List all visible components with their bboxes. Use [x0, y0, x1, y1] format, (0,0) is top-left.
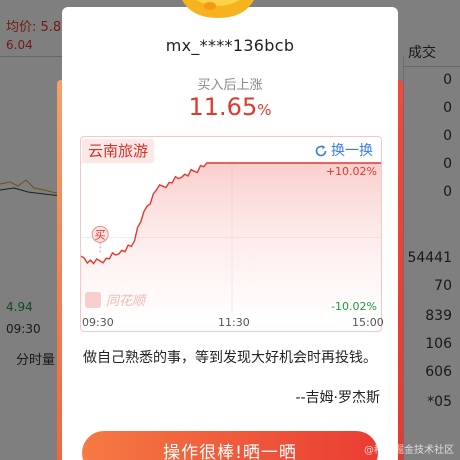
- gain-value: 11.65: [188, 93, 258, 121]
- time-label: 09:30: [82, 316, 114, 329]
- gain-percentage: 11.65%: [62, 93, 398, 121]
- time-label: 11:30: [218, 316, 250, 329]
- share-button[interactable]: 操作很棒!晒一晒: [82, 431, 378, 460]
- watermark: @稀土掘金技术社区: [364, 445, 454, 456]
- time-label: 15:00: [352, 316, 384, 329]
- username: mx_****136bcb: [165, 36, 295, 55]
- gain-unit: %: [257, 101, 272, 119]
- quote-author: --吉姆·罗杰斯: [295, 390, 380, 406]
- result-label: 买入后上涨: [197, 78, 263, 93]
- brand-name: 同花顺: [106, 294, 148, 309]
- axis-bottom-label: -10.02%: [331, 300, 377, 313]
- stock-name-tag: 云南旅游: [82, 139, 155, 163]
- intraday-chart: +10.02% -10.02% 买同花顺: [80, 136, 382, 332]
- mascot-icon: [182, 0, 254, 18]
- refresh-icon: [315, 145, 327, 157]
- axis-top-label: +10.02%: [326, 165, 377, 178]
- quote-text: 做自己熟悉的事，等到发现大好机会时再投钱。: [83, 350, 377, 366]
- swap-button[interactable]: 换一换: [314, 141, 373, 161]
- buy-marker-label: 买: [95, 228, 106, 241]
- brand-logo-icon: [85, 292, 101, 308]
- swap-label: 换一换: [331, 143, 373, 159]
- chart-canvas: +10.02% -10.02% 买同花顺: [81, 162, 381, 313]
